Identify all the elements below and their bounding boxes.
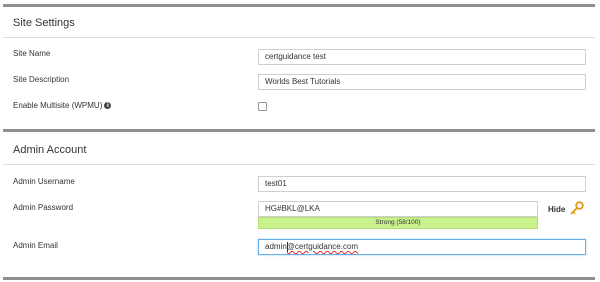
admin-username-label: Admin Username [13,177,75,186]
bottom-panel-border [3,277,595,280]
admin-username-input[interactable]: test01 [258,176,586,192]
admin-account-divider [3,164,595,165]
multisite-label: Enable Multisite (WPMU) i [13,101,112,110]
admin-email-value-rest: @certguidance.com [286,242,359,251]
site-settings-divider [3,37,595,38]
admin-account-panel: Admin Account Admin Username test01 Admi… [3,129,595,278]
text-cursor [287,242,288,252]
admin-email-input[interactable]: admin@certguidance.com [258,239,586,255]
site-settings-panel: Site Settings Site Name certguidance tes… [3,4,595,132]
hide-password-button[interactable]: Hide [548,205,565,214]
admin-password-input[interactable]: HG#BKL@LKA [258,201,538,217]
info-icon[interactable]: i [104,102,112,110]
site-name-input[interactable]: certguidance test [258,49,586,65]
key-icon[interactable] [570,201,584,215]
password-strength-meter: Strong (58/100) [258,217,538,229]
admin-email-label: Admin Email [13,241,58,250]
multisite-checkbox[interactable] [258,102,267,111]
site-name-label: Site Name [13,49,51,58]
admin-account-title: Admin Account [13,144,87,156]
admin-password-label: Admin Password [13,203,74,212]
admin-email-value-prefix: admin [265,242,287,251]
multisite-label-text: Enable Multisite (WPMU) [13,101,103,110]
site-settings-title: Site Settings [13,17,75,29]
site-description-input[interactable]: Worlds Best Tutorials [258,74,586,90]
site-description-label: Site Description [13,75,70,84]
